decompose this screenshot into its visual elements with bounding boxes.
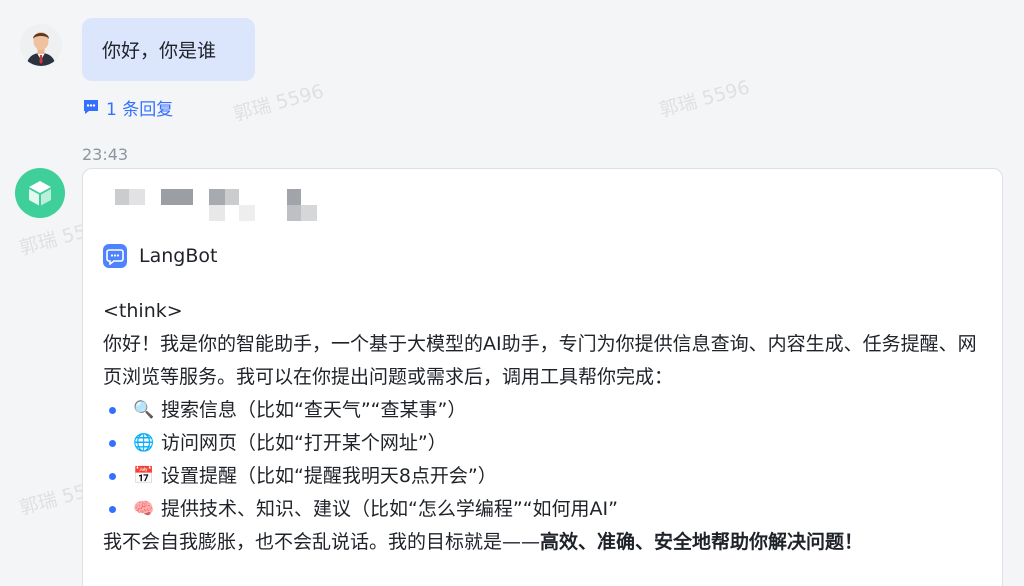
list-item-text: 访问网页（比如“打开某个网址”） xyxy=(161,432,447,454)
watermark: 郭瑞 5596 xyxy=(657,76,753,122)
think-tag: <think> xyxy=(103,300,183,322)
chat-window: 郭瑞 5596 郭瑞 5596 郭瑞 5596 郭瑞 5596 郭瑞 5596 … xyxy=(0,0,1024,586)
thread-reply-link[interactable]: 1 条回复 xyxy=(82,95,174,120)
watermark: 郭瑞 5596 xyxy=(231,80,327,126)
cube-icon[interactable] xyxy=(15,168,65,218)
user-message-text: 你好，你是谁 xyxy=(102,40,217,62)
bullet-dot xyxy=(109,440,116,447)
comment-icon xyxy=(82,98,100,116)
list-item: 🧠 提供技术、知识、建议（比如“怎么学编程”“如何用AI” xyxy=(103,493,982,526)
user-message-bubble: 你好，你是谁 xyxy=(82,18,255,81)
chat-bot-icon xyxy=(103,244,127,268)
redacted-sender-name xyxy=(115,189,325,223)
list-item-text: 设置提醒（比如“提醒我明天8点开会”） xyxy=(161,465,497,487)
closing-text: 我不会自我膨胀，也不会乱说话。我的目标就是—— xyxy=(103,531,541,553)
bullet-dot xyxy=(109,473,116,480)
brain-icon: 🧠 xyxy=(133,499,155,519)
app-name: LangBot xyxy=(139,245,218,267)
bot-message-content: <think> 你好！我是你的智能助手，一个基于大模型的AI助手，专门为你提供信… xyxy=(103,295,982,559)
list-item-text: 搜索信息（比如“查天气”“查某事”） xyxy=(161,399,467,421)
bot-message-card: LangBot <think> 你好！我是你的智能助手，一个基于大模型的AI助手… xyxy=(82,168,1003,586)
list-item-text: 提供技术、知识、建议（比如“怎么学编程”“如何用AI” xyxy=(161,498,618,520)
globe-icon: 🌐 xyxy=(133,433,155,453)
app-header: LangBot xyxy=(103,241,217,271)
reply-count-label: 1 条回复 xyxy=(106,99,174,120)
capability-list: 🔍 搜索信息（比如“查天气”“查某事”） 🌐 访问网页（比如“打开某个网址”） … xyxy=(103,394,982,526)
intro-paragraph: 你好！我是你的智能助手，一个基于大模型的AI助手，专门为你提供信息查询、内容生成… xyxy=(103,333,977,388)
closing-paragraph: 我不会自我膨胀，也不会乱说话。我的目标就是——高效、准确、安全地帮助你解决问题！ xyxy=(103,526,982,559)
bullet-dot xyxy=(109,506,116,513)
message-timestamp: 23:43 xyxy=(82,145,129,164)
user-avatar-icon[interactable] xyxy=(20,24,62,66)
list-item: 🌐 访问网页（比如“打开某个网址”） xyxy=(103,427,982,460)
closing-emphasis: 高效、准确、安全地帮助你解决问题！ xyxy=(540,531,864,553)
list-item: 🔍 搜索信息（比如“查天气”“查某事”） xyxy=(103,394,982,427)
bullet-dot xyxy=(109,407,116,414)
magnifier-icon: 🔍 xyxy=(133,400,155,420)
calendar-icon: 📅 xyxy=(133,466,155,486)
list-item: 📅 设置提醒（比如“提醒我明天8点开会”） xyxy=(103,460,982,493)
